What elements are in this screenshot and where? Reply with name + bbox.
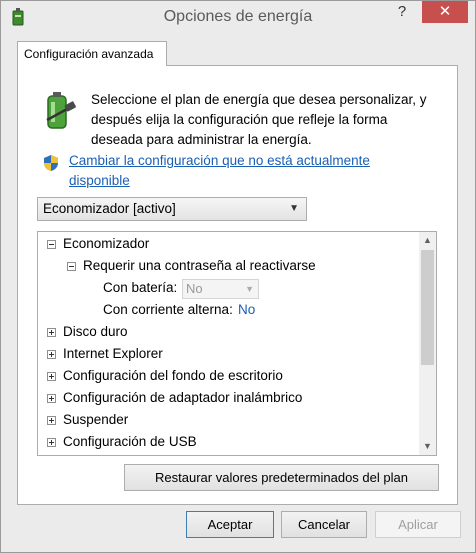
settings-tree[interactable]: Economizador Requerir una contraseña al … [37,231,437,456]
tree-node-economizador[interactable]: Economizador [38,233,418,255]
chevron-down-icon: ▼ [289,203,299,214]
battery-value: No [186,281,203,296]
tree-node-password[interactable]: Requerir una contraseña al reactivarse [38,255,418,277]
setting-row-battery: Con batería: No ▼ [38,277,418,299]
ac-label: Con corriente alterna: [103,302,233,317]
battery-plug-icon [46,92,76,129]
title-bar[interactable]: Opciones de energía ? ✕ [1,1,475,36]
tree-node-label: Configuración del fondo de escritorio [63,368,283,383]
tree-scrollbar[interactable]: ▲ ▼ [419,232,436,455]
power-plan-select[interactable]: Economizador [activo] ▼ [37,197,307,221]
setting-row-ac: Con corriente alterna: No [38,299,418,321]
help-button[interactable]: ? [387,1,417,23]
accept-button[interactable]: Aceptar [186,511,274,538]
tree-node-label: Internet Explorer [63,346,163,361]
power-options-window: Opciones de energía ? ✕ Configuración av… [0,0,476,553]
scroll-up-arrow-icon[interactable]: ▲ [419,232,436,249]
tree-node-usb[interactable]: Configuración de USB [38,431,418,453]
tree-node-label: Configuración de adaptador inalámbrico [63,390,303,405]
tree-node-disco-duro[interactable]: Disco duro [38,321,418,343]
tree-node-suspender[interactable]: Suspender [38,409,418,431]
uac-shield-icon [44,155,58,171]
tab-advanced-settings[interactable]: Configuración avanzada [17,41,167,66]
expand-icon[interactable] [47,394,56,403]
scroll-down-arrow-icon[interactable]: ▼ [419,438,436,455]
tree-node-label: Disco duro [63,324,128,339]
tree-node-label: Configuración de USB [63,434,197,449]
expand-icon[interactable] [47,350,56,359]
panel-description: Seleccione el plan de energía que desea … [91,92,427,147]
change-unavailable-settings-link[interactable]: Cambiar la configuración que no está act… [69,151,429,191]
tree-node-label: Suspender [63,412,129,427]
expand-icon[interactable] [47,416,56,425]
scrollbar-thumb[interactable] [421,250,434,365]
power-plan-select-value: Economizador [activo] [43,201,176,216]
advanced-settings-panel: Seleccione el plan de energía que desea … [17,65,458,505]
apply-button[interactable]: Aplicar [375,511,461,538]
tree-node-fondo-escritorio[interactable]: Configuración del fondo de escritorio [38,365,418,387]
tree-node-adaptador-inalambrico[interactable]: Configuración de adaptador inalámbrico [38,387,418,409]
battery-value-select[interactable]: No ▼ [182,279,259,299]
tree-node-label: Requerir una contraseña al reactivarse [83,258,316,273]
collapse-icon[interactable] [47,240,56,249]
expand-icon[interactable] [47,438,56,447]
tree-node-internet-explorer[interactable]: Internet Explorer [38,343,418,365]
expand-icon[interactable] [47,328,56,337]
tree-node-label: Economizador [63,236,150,251]
ac-value-link[interactable]: No [238,299,255,321]
restore-defaults-button[interactable]: Restaurar valores predeterminados del pl… [124,464,439,491]
close-button[interactable]: ✕ [422,1,468,23]
collapse-icon[interactable] [67,262,76,271]
battery-label: Con batería: [103,280,178,295]
cancel-button[interactable]: Cancelar [281,511,367,538]
chevron-down-icon: ▼ [245,284,254,294]
expand-icon[interactable] [47,372,56,381]
